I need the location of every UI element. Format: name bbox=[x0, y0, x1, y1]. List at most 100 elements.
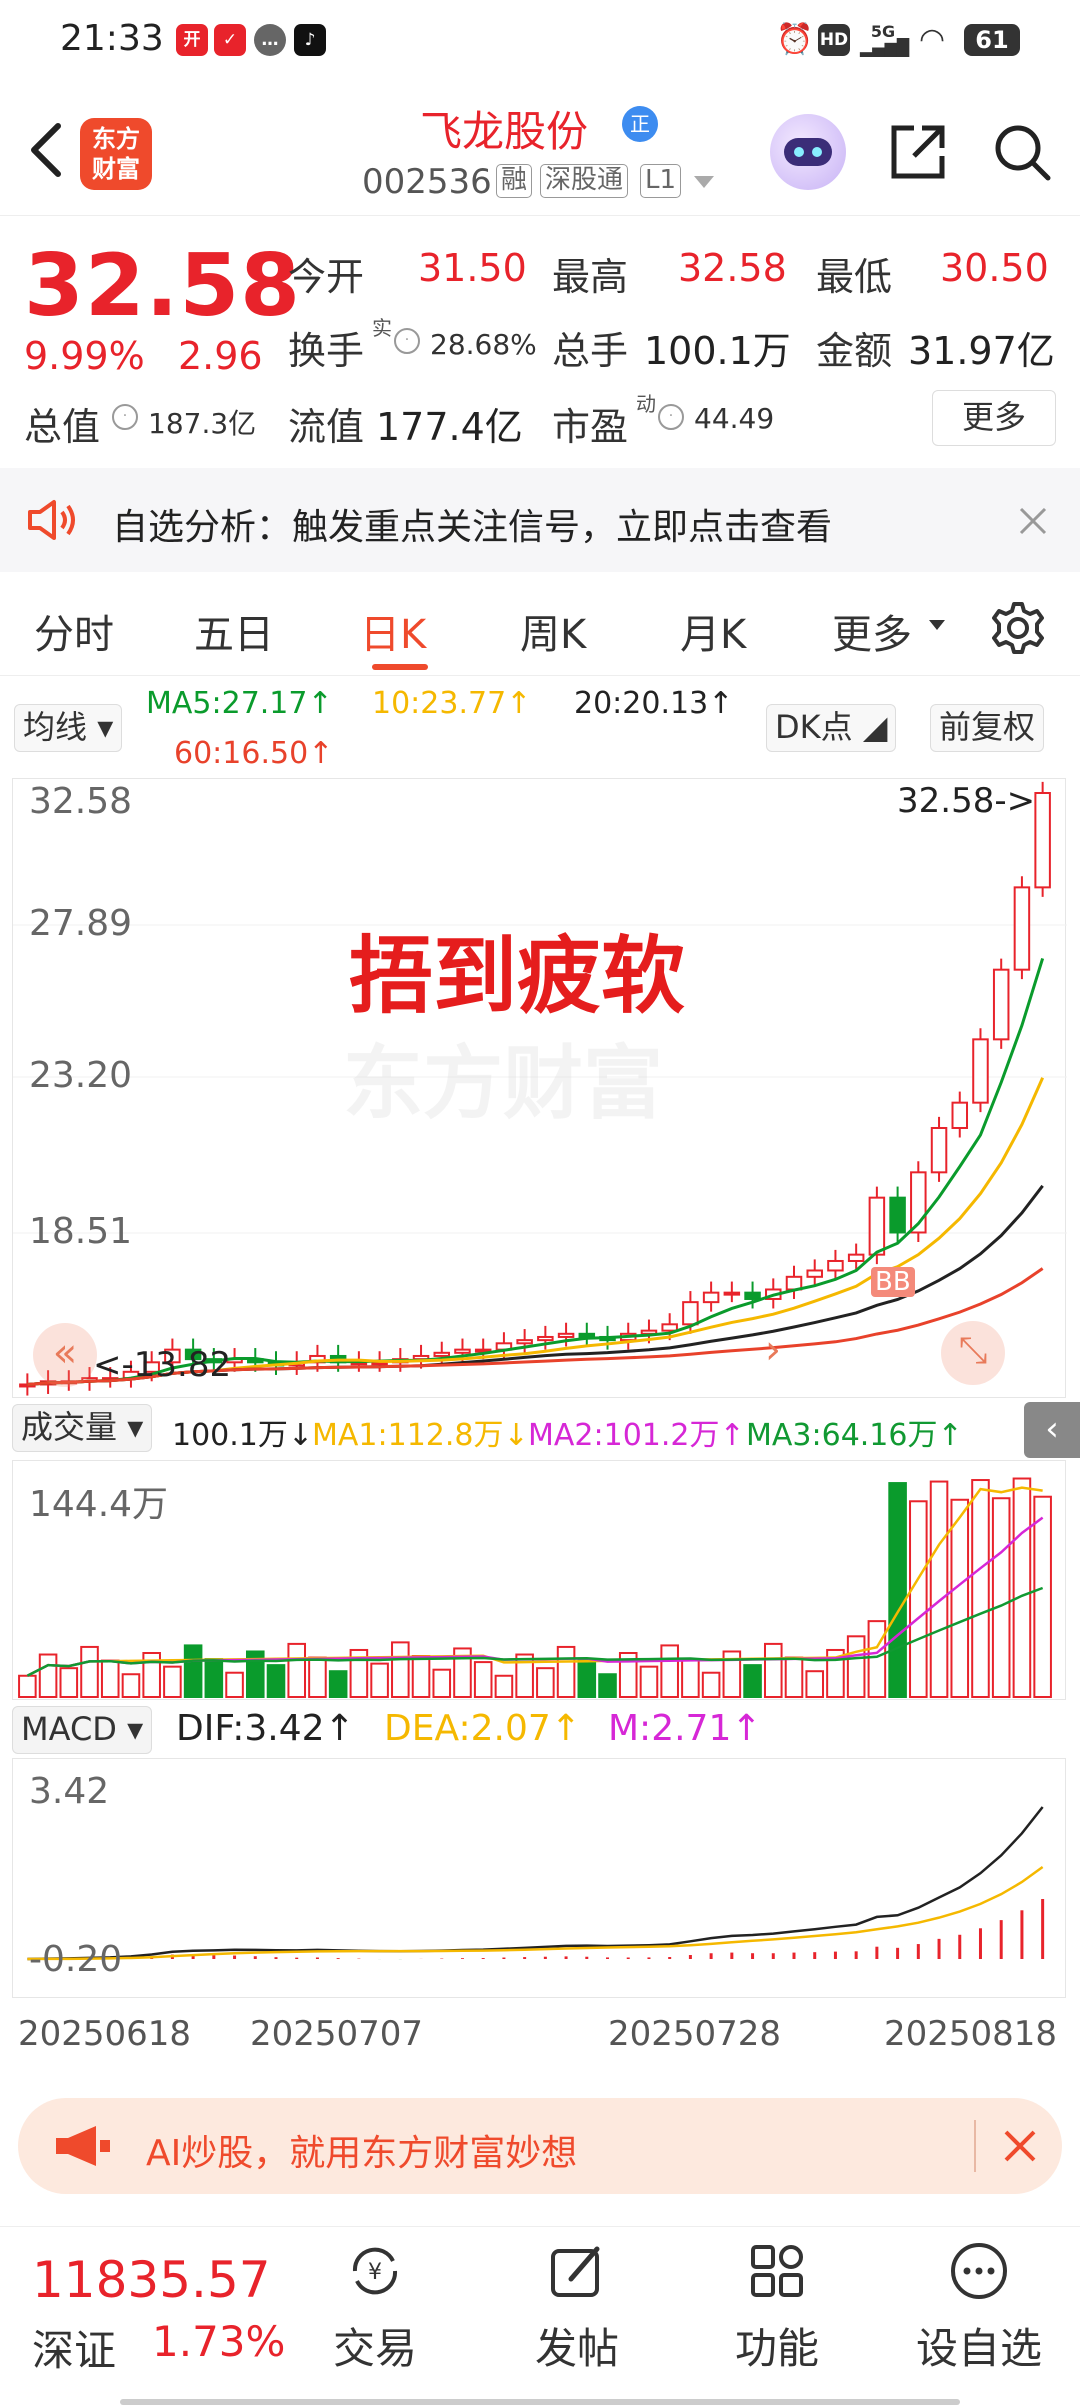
turnover-value: 28.68% bbox=[430, 328, 537, 361]
volume-chart[interactable]: 144.4万 bbox=[12, 1460, 1066, 1700]
candle bbox=[433, 1351, 451, 1357]
change-amount: 2.96 bbox=[178, 334, 263, 378]
nav-post-label: 发帖 bbox=[534, 2324, 619, 2373]
svg-text:¥: ¥ bbox=[368, 2260, 382, 2285]
current-price: 32.58 bbox=[24, 236, 302, 336]
share-icon[interactable] bbox=[886, 120, 950, 184]
signal-5g-icon: 5G ▂▄▆█ bbox=[860, 22, 910, 57]
volume-bar bbox=[929, 1480, 949, 1698]
settings-gear-icon[interactable] bbox=[990, 600, 1046, 656]
candle bbox=[1034, 792, 1051, 889]
turnover-label: 换手 bbox=[288, 329, 365, 373]
kline-chart[interactable]: 32.58 27.89 23.20 18.51 32.58-> <-13.82 … bbox=[12, 778, 1067, 1398]
index-ticker[interactable]: 11835.57 深证 1.73% bbox=[14, 2247, 294, 2377]
volume-bar bbox=[536, 1667, 555, 1698]
dif-line bbox=[27, 1806, 1044, 1961]
volume-bar bbox=[867, 1620, 887, 1698]
info-icon-2[interactable]: · bbox=[112, 404, 138, 430]
volume-bar bbox=[163, 1665, 182, 1698]
trade-icon: ¥ bbox=[352, 2247, 398, 2295]
nav-trade[interactable]: ¥ 交易 bbox=[300, 2241, 450, 2376]
status-bar: 21:33 开 ✓ … ♪ ⏰ HD 5G ▂▄▆█ ◠ 61 bbox=[0, 0, 1080, 84]
signal-notice[interactable]: 自选分析：触发重点关注信号，立即点击查看 bbox=[0, 468, 1080, 572]
collapse-panel-icon[interactable]: ‹ bbox=[1024, 1402, 1080, 1458]
volume-selector[interactable]: 成交量 ▾ bbox=[12, 1404, 153, 1452]
macd-selector[interactable]: MACD ▾ bbox=[12, 1706, 153, 1754]
volume-bar bbox=[308, 1656, 327, 1699]
scroll-right-icon[interactable]: › bbox=[765, 1327, 781, 1373]
volume-bar bbox=[391, 1641, 410, 1698]
volume-bar bbox=[846, 1635, 866, 1699]
date-label-4: 20250818 bbox=[884, 2014, 1058, 2054]
macd-svg bbox=[27, 1806, 1045, 1961]
date-label-2: 20250707 bbox=[250, 2014, 424, 2054]
dk-point-button[interactable]: DK点 ◢ bbox=[766, 704, 897, 752]
nav-add-watchlist[interactable]: 设自选 bbox=[904, 2241, 1054, 2376]
macd-y-min: -0.20 bbox=[29, 1939, 123, 1980]
info-icon[interactable]: · bbox=[394, 328, 420, 354]
turnover-sup: 实 bbox=[372, 316, 392, 340]
min-marker: <-13.82 bbox=[93, 1345, 232, 1385]
tab-weekly-k[interactable]: 周K bbox=[520, 602, 586, 660]
volume-bar bbox=[38, 1653, 58, 1698]
period-tabs: 分时 五日 日K 周K 月K 更多 bbox=[0, 576, 1080, 676]
ai-robot-icon[interactable] bbox=[770, 114, 846, 190]
fullscreen-icon[interactable]: ⤡ bbox=[941, 1321, 1005, 1385]
volume-bar bbox=[473, 1661, 493, 1699]
macd-m: M:2.71↑ bbox=[608, 1708, 762, 1749]
adjust-button[interactable]: 前复权 bbox=[930, 704, 1045, 752]
home-indicator bbox=[120, 2399, 960, 2405]
ma20-value: 20:20.13↑ bbox=[574, 686, 734, 721]
tab-five-day[interactable]: 五日 bbox=[194, 602, 274, 660]
banner-divider bbox=[974, 2120, 976, 2172]
more-button[interactable]: 更多 bbox=[932, 390, 1056, 446]
volume-ma3: MA3:64.16万↑ bbox=[746, 1418, 963, 1453]
macd-chart[interactable]: 3.42 -0.20 bbox=[12, 1758, 1066, 1998]
candle bbox=[827, 1259, 844, 1272]
candle bbox=[847, 1253, 865, 1262]
nav-functions-label: 功能 bbox=[734, 2324, 819, 2373]
tiktok-icon: ♪ bbox=[294, 24, 326, 56]
volume-current: 100.1万↓ bbox=[172, 1418, 314, 1453]
candle bbox=[868, 1196, 886, 1256]
info-icon-3[interactable]: · bbox=[658, 404, 684, 430]
bb-marker: BB bbox=[871, 1267, 915, 1297]
volume-bar bbox=[18, 1674, 37, 1698]
back-icon[interactable] bbox=[26, 120, 66, 180]
search-icon[interactable] bbox=[990, 120, 1054, 184]
dk-label: DK点 bbox=[775, 708, 853, 746]
open-value: 31.50 bbox=[418, 246, 527, 290]
ma-selector[interactable]: 均线 ▾ bbox=[14, 704, 123, 752]
scroll-left-icon[interactable]: « bbox=[33, 1323, 97, 1387]
tab-daily-k[interactable]: 日K bbox=[360, 602, 426, 660]
close-icon[interactable] bbox=[1018, 506, 1048, 536]
volume-bar bbox=[121, 1673, 141, 1698]
macd-selector-label: MACD bbox=[21, 1710, 117, 1748]
close-banner-icon[interactable] bbox=[1002, 2128, 1038, 2164]
volume-bar bbox=[743, 1664, 762, 1698]
volume-label: 总手 bbox=[552, 329, 629, 373]
alarm-icon: ⏰ bbox=[776, 22, 814, 57]
high-label: 最高 bbox=[552, 255, 629, 299]
post-icon bbox=[551, 2246, 600, 2297]
tab-more[interactable]: 更多 bbox=[832, 602, 912, 660]
index-value: 11835.57 bbox=[32, 2251, 271, 2309]
high-value: 32.58 bbox=[678, 246, 787, 290]
volume-bar bbox=[80, 1645, 99, 1698]
float-value: 177.4亿 bbox=[376, 405, 523, 449]
app-notification-icon-2: ✓ bbox=[214, 24, 246, 56]
tab-intraday[interactable]: 分时 bbox=[34, 602, 114, 660]
volume-ma2: MA2:101.2万↑ bbox=[528, 1418, 745, 1453]
candle bbox=[723, 1291, 741, 1296]
chevron-down-icon[interactable] bbox=[692, 174, 716, 192]
volume-bar bbox=[432, 1668, 452, 1698]
amount-label: 金额 bbox=[816, 329, 893, 373]
nav-functions[interactable]: 功能 bbox=[702, 2241, 852, 2376]
nav-post[interactable]: 发帖 bbox=[502, 2241, 652, 2376]
volume-bar bbox=[328, 1670, 348, 1698]
functions-grid-icon bbox=[751, 2245, 803, 2297]
ai-banner[interactable]: AI炒股，就用东方财富妙想 bbox=[18, 2098, 1062, 2194]
candle bbox=[537, 1335, 554, 1342]
volume-bar bbox=[100, 1659, 120, 1699]
tab-monthly-k[interactable]: 月K bbox=[680, 602, 746, 660]
